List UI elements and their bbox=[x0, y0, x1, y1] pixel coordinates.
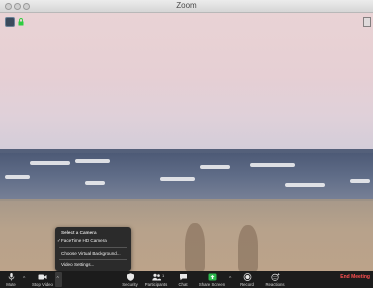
fullscreen-icon[interactable] bbox=[363, 17, 371, 27]
participants-icon bbox=[151, 273, 161, 281]
share-screen-label: Share Screen bbox=[198, 282, 226, 287]
meeting-info-icon[interactable] bbox=[5, 17, 15, 27]
record-label: Record bbox=[240, 282, 254, 287]
reactions-button[interactable]: Reactions bbox=[264, 271, 286, 288]
chat-button[interactable]: Chat bbox=[176, 271, 190, 288]
share-screen-button[interactable]: Share Screen bbox=[198, 271, 226, 288]
video-options-caret[interactable]: ^ bbox=[55, 272, 62, 287]
audio-options-caret-icon[interactable]: ^ bbox=[23, 276, 25, 282]
video-shadow-right bbox=[238, 225, 258, 271]
window-title: Zoom bbox=[176, 1, 197, 10]
chat-label: Chat bbox=[178, 282, 188, 287]
share-screen-icon bbox=[208, 273, 216, 281]
chevron-up-icon: ^ bbox=[56, 276, 59, 282]
share-options-caret-icon[interactable]: ^ bbox=[229, 276, 231, 282]
security-button[interactable]: Security bbox=[121, 271, 139, 288]
participants-label: Participants bbox=[144, 282, 168, 287]
security-label: Security bbox=[122, 282, 138, 287]
menu-divider bbox=[59, 259, 127, 260]
reactions-label: Reactions bbox=[265, 282, 285, 287]
mute-button[interactable]: Mute bbox=[3, 271, 19, 288]
meeting-toolbar: Mute ^ Stop Video ^ Security Participant… bbox=[0, 271, 373, 288]
menu-divider bbox=[59, 247, 127, 248]
reactions-icon bbox=[270, 273, 279, 281]
video-camera-icon bbox=[38, 274, 46, 280]
camera-menu-header: Select a Camera bbox=[61, 230, 97, 235]
mute-label: Mute bbox=[6, 282, 16, 287]
participants-button[interactable]: Participants bbox=[143, 271, 169, 288]
record-button[interactable]: Record bbox=[238, 271, 256, 288]
shield-icon bbox=[126, 273, 134, 281]
video-sea bbox=[0, 153, 373, 203]
checkmark-icon: ✓ bbox=[57, 238, 61, 243]
participants-count: 1 bbox=[162, 273, 165, 278]
video-shadow-left bbox=[185, 223, 205, 271]
video-sky bbox=[0, 13, 373, 151]
menu-item-label: FaceTime HD Camera bbox=[61, 238, 107, 243]
end-meeting-button[interactable]: End Meeting bbox=[340, 274, 370, 280]
menu-item-video-settings[interactable]: Video Settings... bbox=[61, 262, 94, 267]
stop-video-button[interactable]: Stop Video bbox=[32, 271, 53, 288]
chat-icon bbox=[179, 274, 187, 281]
microphone-icon bbox=[8, 273, 14, 281]
record-icon bbox=[243, 273, 251, 281]
lock-icon bbox=[18, 18, 24, 26]
stop-video-label: Stop Video bbox=[32, 282, 53, 287]
title-bar: Zoom bbox=[0, 0, 373, 13]
camera-menu: Select a Camera ✓ FaceTime HD Camera Cho… bbox=[55, 227, 131, 271]
menu-item-facetime-camera[interactable]: ✓ FaceTime HD Camera bbox=[57, 238, 107, 243]
menu-item-virtual-background[interactable]: Choose Virtual Background... bbox=[61, 251, 121, 256]
